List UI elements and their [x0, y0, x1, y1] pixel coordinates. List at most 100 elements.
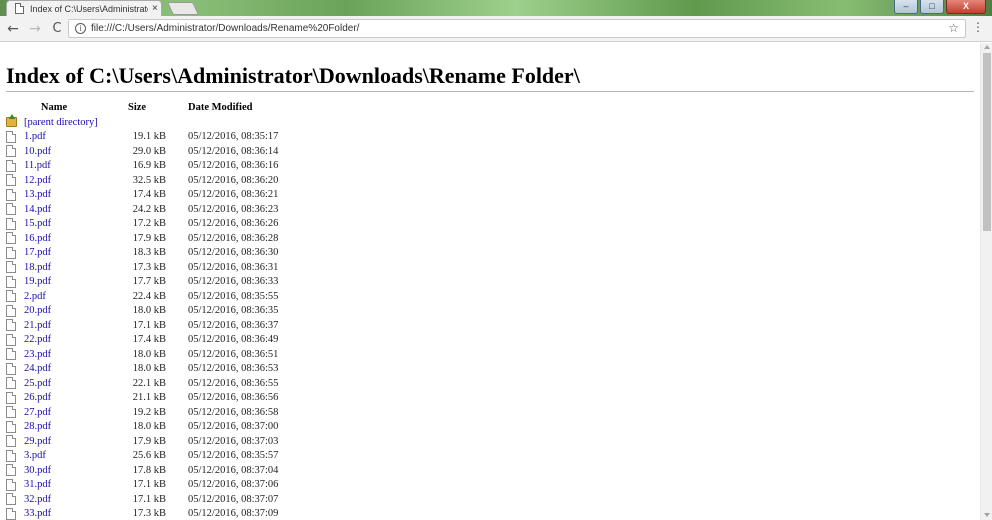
file-date: 05/12/2016, 08:37:03: [188, 435, 279, 447]
file-link[interactable]: 25.pdf: [24, 378, 51, 389]
file-size: 29.0 kB: [132, 145, 166, 157]
file-link[interactable]: 19.pdf: [24, 276, 51, 287]
file-link[interactable]: 12.pdf: [24, 175, 51, 186]
file-size: 25.6 kB: [132, 450, 166, 462]
file-size: 17.4 kB: [132, 189, 166, 201]
file-icon: [6, 319, 16, 332]
vertical-scrollbar[interactable]: [980, 43, 992, 520]
file-date: 05/12/2016, 08:36:26: [188, 218, 279, 230]
file-size: 22.4 kB: [132, 290, 166, 302]
forward-arrow-icon[interactable]: →: [26, 21, 44, 37]
file-link[interactable]: 27.pdf: [24, 407, 51, 418]
info-icon[interactable]: i: [75, 23, 86, 34]
column-header-size[interactable]: Size: [124, 99, 178, 115]
file-icon: [6, 449, 16, 462]
minimize-button[interactable]: –: [894, 0, 918, 14]
file-link[interactable]: 13.pdf: [24, 189, 51, 200]
tab-index[interactable]: Index of C:\Users\Administrator ×: [6, 0, 162, 16]
maximize-button[interactable]: □: [920, 0, 944, 14]
address-bar[interactable]: i file:///C:/Users/Administrator/Downloa…: [68, 19, 966, 38]
file-link[interactable]: 1.pdf: [24, 131, 46, 142]
file-link[interactable]: 22.pdf: [24, 334, 51, 345]
parent-directory-link[interactable]: [parent directory]: [24, 117, 98, 128]
reload-icon[interactable]: C: [48, 21, 66, 36]
file-row: 2.pdf 22.4 kB 05/12/2016, 08:35:55: [6, 289, 298, 304]
file-icon: [6, 333, 16, 346]
file-date: 05/12/2016, 08:36:56: [188, 392, 279, 404]
file-size: 21.1 kB: [132, 392, 166, 404]
file-date: 05/12/2016, 08:35:57: [188, 450, 279, 462]
file-icon: [6, 261, 16, 274]
file-row: 17.pdf 18.3 kB 05/12/2016, 08:36:30: [6, 246, 298, 261]
file-link[interactable]: 3.pdf: [24, 450, 46, 461]
file-row: 19.pdf 17.7 kB 05/12/2016, 08:36:33: [6, 275, 298, 290]
browser-toolbar: ← → C i file:///C:/Users/Administrator/D…: [0, 16, 992, 42]
file-icon: [6, 435, 16, 448]
file-icon: [6, 232, 16, 245]
column-header-date[interactable]: Date Modified: [178, 99, 298, 115]
menu-icon[interactable]: ⋮: [972, 20, 984, 34]
close-window-button[interactable]: X: [946, 0, 986, 14]
scroll-down-arrow-icon[interactable]: [984, 513, 990, 517]
divider: [6, 91, 974, 92]
column-header-name[interactable]: Name: [6, 99, 124, 115]
file-size: 19.2 kB: [132, 406, 166, 418]
file-date: 05/12/2016, 08:37:07: [188, 493, 279, 505]
file-link[interactable]: 2.pdf: [24, 291, 46, 302]
file-icon: [6, 159, 16, 172]
file-icon: [6, 348, 16, 361]
file-link[interactable]: 24.pdf: [24, 363, 51, 374]
tab-close-icon[interactable]: ×: [152, 3, 158, 14]
file-row: 3.pdf 25.6 kB 05/12/2016, 08:35:57: [6, 449, 298, 464]
file-icon: [6, 507, 16, 520]
file-date: 05/12/2016, 08:37:06: [188, 479, 279, 491]
file-date: 05/12/2016, 08:36:58: [188, 406, 279, 418]
file-date: 05/12/2016, 08:36:21: [188, 189, 279, 201]
file-icon: [6, 406, 16, 419]
file-link[interactable]: 21.pdf: [24, 320, 51, 331]
file-date: 05/12/2016, 08:37:09: [188, 508, 279, 520]
file-date: 05/12/2016, 08:36:31: [188, 261, 279, 273]
file-link[interactable]: 14.pdf: [24, 204, 51, 215]
file-date: 05/12/2016, 08:36:20: [188, 174, 279, 186]
file-link[interactable]: 23.pdf: [24, 349, 51, 360]
file-link[interactable]: 33.pdf: [24, 508, 51, 519]
parent-directory-row: [parent directory]: [6, 114, 298, 130]
file-link[interactable]: 29.pdf: [24, 436, 51, 447]
file-size: 17.1 kB: [132, 479, 166, 491]
window-controls: – □ X: [894, 0, 986, 14]
page-icon: [15, 3, 24, 14]
file-date: 05/12/2016, 08:36:16: [188, 160, 279, 172]
file-date: 05/12/2016, 08:36:23: [188, 203, 279, 215]
file-icon: [6, 304, 16, 317]
url-text[interactable]: file:///C:/Users/Administrator/Downloads…: [91, 23, 359, 34]
scroll-thumb[interactable]: [983, 53, 991, 231]
file-icon: [6, 478, 16, 491]
file-link[interactable]: 15.pdf: [24, 218, 51, 229]
file-link[interactable]: 32.pdf: [24, 494, 51, 505]
file-icon: [6, 493, 16, 506]
back-arrow-icon[interactable]: ←: [4, 21, 22, 37]
file-link[interactable]: 30.pdf: [24, 465, 51, 476]
file-date: 05/12/2016, 08:36:35: [188, 305, 279, 317]
file-row: 18.pdf 17.3 kB 05/12/2016, 08:36:31: [6, 260, 298, 275]
file-row: 23.pdf 18.0 kB 05/12/2016, 08:36:51: [6, 347, 298, 362]
file-row: 21.pdf 17.1 kB 05/12/2016, 08:36:37: [6, 318, 298, 333]
file-row: 33.pdf 17.3 kB 05/12/2016, 08:37:09: [6, 507, 298, 520]
new-tab-button[interactable]: [166, 2, 200, 15]
file-link[interactable]: 18.pdf: [24, 262, 51, 273]
file-size: 18.0 kB: [132, 348, 166, 360]
file-link[interactable]: 11.pdf: [24, 160, 51, 171]
scroll-up-arrow-icon[interactable]: [984, 45, 990, 49]
file-link[interactable]: 20.pdf: [24, 305, 51, 316]
file-link[interactable]: 16.pdf: [24, 233, 51, 244]
file-size: 17.3 kB: [132, 261, 166, 273]
file-link[interactable]: 17.pdf: [24, 247, 51, 258]
file-link[interactable]: 31.pdf: [24, 479, 51, 490]
bookmark-star-icon[interactable]: ☆: [948, 21, 959, 35]
file-size: 19.1 kB: [132, 131, 166, 143]
file-link[interactable]: 28.pdf: [24, 421, 51, 432]
file-link[interactable]: 26.pdf: [24, 392, 51, 403]
file-link[interactable]: 10.pdf: [24, 146, 51, 157]
table-header-row: Name Size Date Modified: [6, 99, 298, 115]
